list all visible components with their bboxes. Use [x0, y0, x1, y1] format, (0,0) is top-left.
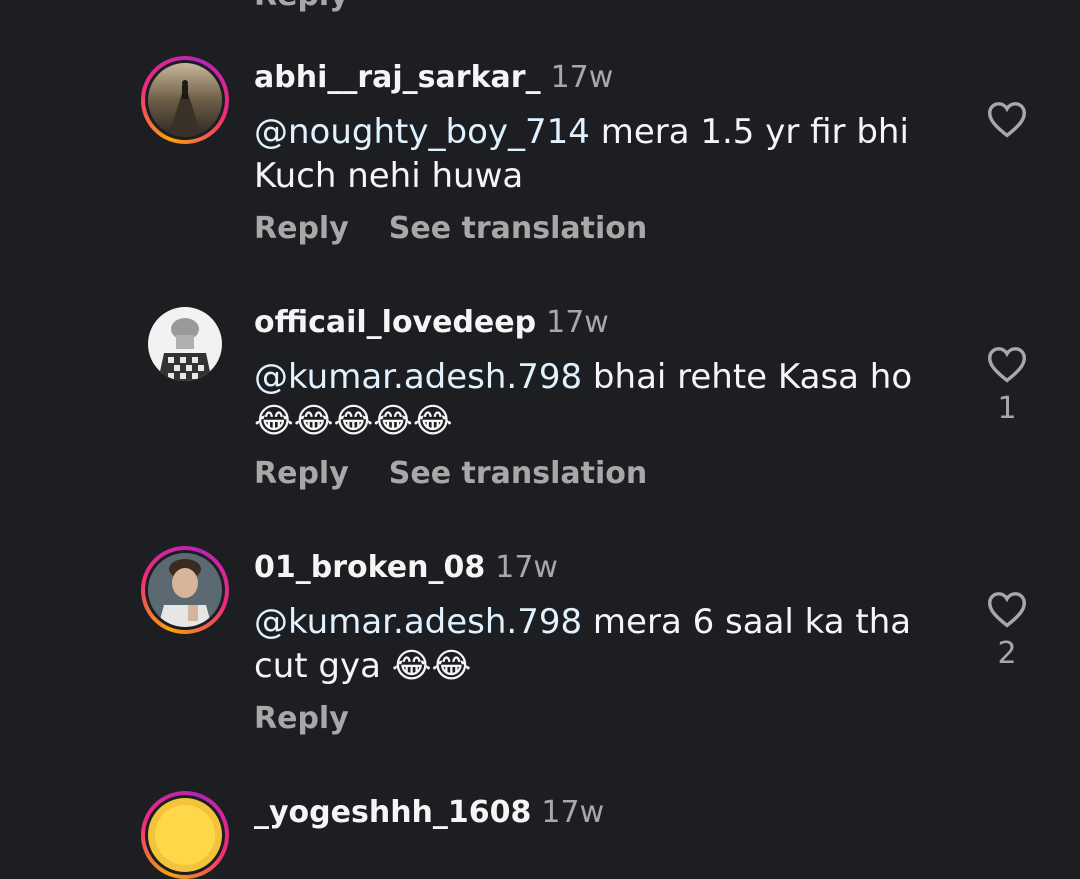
- see-translation-button[interactable]: See translation: [389, 456, 647, 491]
- like-button[interactable]: [980, 100, 1034, 138]
- avatar[interactable]: [141, 791, 229, 879]
- comment-age: 17w: [546, 305, 609, 340]
- mention-link[interactable]: @noughty_boy_714: [254, 112, 590, 152]
- like-count: 2: [997, 636, 1017, 671]
- comment-username[interactable]: _yogeshhh_1608: [254, 795, 531, 830]
- comment-age: 17w: [541, 795, 605, 830]
- see-translation-button[interactable]: See translation: [389, 211, 647, 246]
- avatar[interactable]: [141, 546, 229, 634]
- like-button[interactable]: 2: [980, 590, 1034, 671]
- reply-button[interactable]: Reply: [254, 211, 349, 246]
- comment-text: @kumar.adesh.798 mera 6 saal ka tha cut …: [254, 600, 934, 688]
- comment-age: 17w: [495, 550, 558, 585]
- comment-username[interactable]: 01_broken_08: [254, 550, 485, 585]
- comment-text: @noughty_boy_714 mera 1.5 yr fir bhi Kuc…: [254, 110, 934, 198]
- avatar[interactable]: [141, 56, 229, 144]
- heart-icon: [987, 347, 1027, 383]
- mention-link[interactable]: @kumar.adesh.798: [254, 602, 582, 642]
- comment-text: @kumar.adesh.798 bhai rehte Kasa ho 😂😂😂😂…: [254, 355, 934, 443]
- like-button[interactable]: 1: [980, 345, 1034, 426]
- mention-link[interactable]: @kumar.adesh.798: [254, 357, 582, 397]
- avatar[interactable]: [148, 307, 222, 381]
- heart-icon: [987, 592, 1027, 628]
- reply-button[interactable]: Reply: [254, 456, 349, 491]
- comment-age: 17w: [550, 60, 614, 95]
- previous-reply-fragment[interactable]: Reply: [254, 0, 349, 13]
- heart-icon: [987, 102, 1027, 138]
- comment-username[interactable]: abhi__raj_sarkar_: [254, 60, 541, 95]
- like-count: 1: [997, 391, 1017, 426]
- comment-username[interactable]: officail_lovedeep: [254, 305, 536, 340]
- reply-button[interactable]: Reply: [254, 701, 349, 736]
